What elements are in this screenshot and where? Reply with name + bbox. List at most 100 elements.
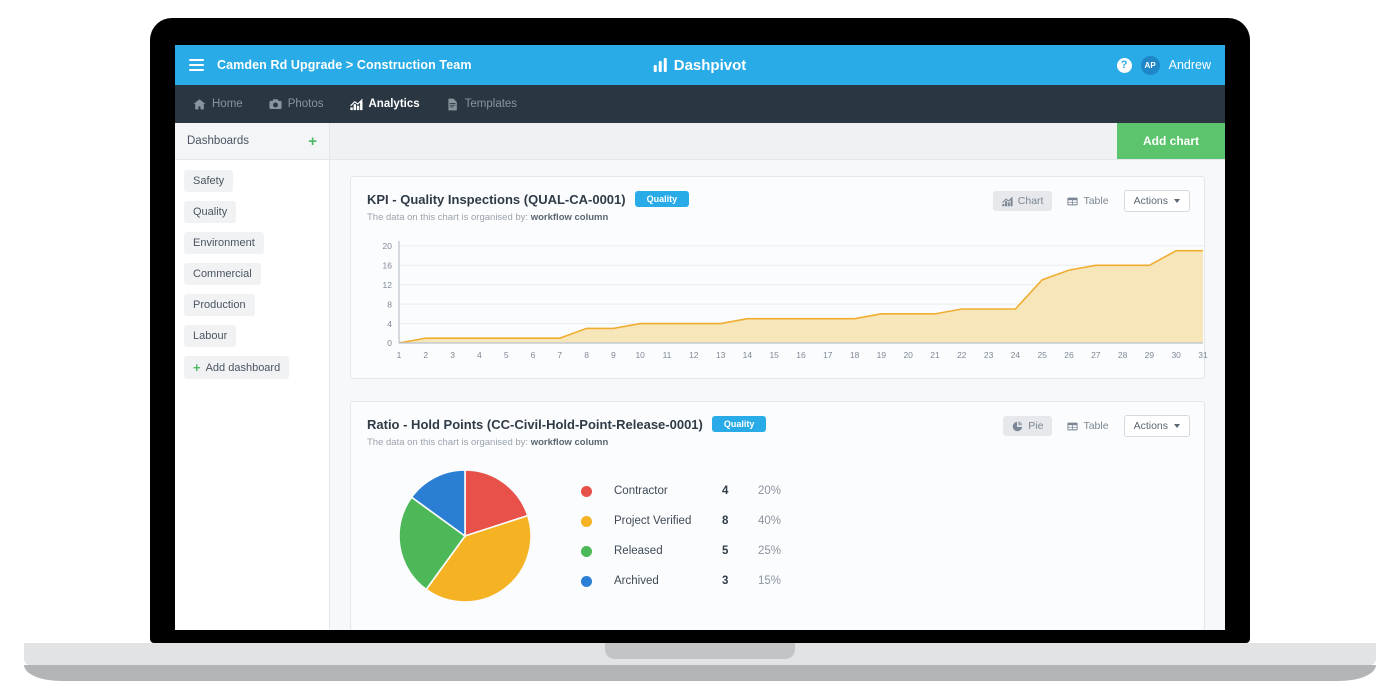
chart-cards: KPI - Quality Inspections (QUAL-CA-0001)… <box>330 160 1225 630</box>
view-toggle-pie[interactable]: Pie <box>1003 416 1053 436</box>
help-circle-icon[interactable]: ? <box>1116 57 1132 73</box>
view-toggle-table-label: Table <box>1083 420 1109 432</box>
svg-text:12: 12 <box>383 280 393 290</box>
nav-item-home[interactable]: Home <box>193 98 243 111</box>
status-badge: Quality <box>711 416 767 432</box>
view-toggle-chart[interactable]: Chart <box>992 191 1053 211</box>
view-toggle-chart-label: Chart <box>1017 195 1044 207</box>
svg-text:4: 4 <box>387 319 392 329</box>
brand-name: Dashpivot <box>673 56 747 74</box>
svg-text:0: 0 <box>387 338 392 348</box>
card-subtitle: The data on this chart is organised by: … <box>367 437 1188 448</box>
card-subtitle-strong: workflow column <box>530 437 609 448</box>
svg-text:2: 2 <box>423 350 428 360</box>
sidebar-item-environment[interactable]: Environment <box>184 232 264 254</box>
svg-text:24: 24 <box>1011 350 1021 360</box>
hamburger-menu-icon[interactable] <box>189 59 204 71</box>
add-chart-button[interactable]: Add chart <box>1116 123 1225 159</box>
main-content: Add chart KPI - Quality Inspections (QUA… <box>330 123 1225 630</box>
actions-dropdown[interactable]: Actions <box>1123 190 1190 212</box>
brand-logo: Dashpivot <box>653 45 747 85</box>
sidebar-item-production[interactable]: Production <box>184 294 255 316</box>
pie-chart-svg <box>398 469 532 603</box>
dashboard-list: Safety Quality Environment Commercial Pr… <box>175 160 329 389</box>
pie-legend: Contractor 4 20% Project Verified 8 40% Releas… <box>581 485 781 587</box>
legend-label: Contractor <box>614 485 668 497</box>
area-chart-svg: 0481216201 2 3 4 5 6 7 8 9 10 11 12 13 14 15 16 17 18 19 20… <box>383 241 1208 360</box>
add-dashboard-button[interactable]: + Add dashboard <box>184 356 290 379</box>
actions-dropdown-label: Actions <box>1133 195 1168 207</box>
legend-color-dot <box>581 515 592 527</box>
legend-row: Archived 3 15% <box>581 575 781 587</box>
legend-count: 3 <box>722 575 729 587</box>
legend-count: 4 <box>722 485 729 497</box>
legend-label: Project Verified <box>614 515 692 527</box>
card-actions: Chart Table Actions <box>992 190 1190 212</box>
plus-icon: + <box>193 360 201 375</box>
svg-text:5: 5 <box>504 350 509 360</box>
chart-card-kpi-quality-inspections: KPI - Quality Inspections (QUAL-CA-0001)… <box>350 176 1208 379</box>
view-toggle-table[interactable]: Table <box>1058 416 1117 436</box>
view-toggle-table[interactable]: Table <box>1058 191 1117 211</box>
status-badge: Quality <box>634 191 690 207</box>
actions-dropdown-label: Actions <box>1133 420 1168 432</box>
legend-percent: 25% <box>758 545 782 557</box>
svg-text:6: 6 <box>531 350 536 360</box>
table-icon <box>1067 421 1079 432</box>
legend-color-dot <box>581 545 592 557</box>
svg-text:4: 4 <box>477 350 482 360</box>
add-dashboard-plus-icon[interactable]: + <box>308 134 317 149</box>
svg-text:9: 9 <box>611 350 616 360</box>
chevron-down-icon <box>1174 424 1180 428</box>
card-subtitle-prefix: The data on this chart is organised by: <box>367 212 529 223</box>
table-icon <box>1067 196 1079 207</box>
home-icon <box>193 98 206 111</box>
application-window: Camden Rd Upgrade > Construction Team Da… <box>175 45 1225 630</box>
svg-text:19: 19 <box>877 350 887 360</box>
user-name[interactable]: Andrew <box>1169 58 1211 72</box>
svg-text:10: 10 <box>635 350 645 360</box>
legend-percent: 40% <box>758 515 782 527</box>
sidebar-item-quality[interactable]: Quality <box>184 201 237 223</box>
svg-text:18: 18 <box>850 350 860 360</box>
laptop-screen: Camden Rd Upgrade > Construction Team Da… <box>175 45 1225 630</box>
sidebar-item-commercial[interactable]: Commercial <box>184 263 261 285</box>
svg-text:29: 29 <box>1145 350 1155 360</box>
pie-chart-row: Contractor 4 20% Project Verified 8 40% Releas… <box>367 448 1188 620</box>
view-toggle-table-label: Table <box>1083 195 1109 207</box>
svg-text:8: 8 <box>387 299 392 309</box>
svg-text:8: 8 <box>584 350 589 360</box>
legend-row: Project Verified 8 40% <box>581 515 781 527</box>
avatar[interactable]: AP <box>1140 55 1160 75</box>
sidebar-header: Dashboards + <box>175 123 329 160</box>
svg-text:27: 27 <box>1091 350 1101 360</box>
legend-row: Contractor 4 20% <box>581 485 781 497</box>
sidebar-item-labour[interactable]: Labour <box>184 325 237 347</box>
legend-color-dot <box>581 485 592 497</box>
nav-label: Templates <box>464 98 518 110</box>
area-chart-icon <box>1001 196 1013 207</box>
nav-item-analytics[interactable]: Analytics <box>349 98 420 111</box>
card-subtitle-prefix: The data on this chart is organised by: <box>367 437 529 448</box>
legend-count: 5 <box>722 545 729 557</box>
nav-item-templates[interactable]: Templates <box>446 98 517 111</box>
breadcrumb[interactable]: Camden Rd Upgrade > Construction Team <box>217 58 472 72</box>
svg-text:20: 20 <box>383 241 393 251</box>
svg-text:20: 20 <box>903 350 913 360</box>
content-toolbar: Add chart <box>330 123 1225 160</box>
chart-card-ratio-hold-points: Ratio - Hold Points (CC-Civil-Hold-Point… <box>350 401 1205 630</box>
svg-text:22: 22 <box>957 350 967 360</box>
top-bar-right: ? AP Andrew <box>1116 45 1211 85</box>
laptop-frame: Camden Rd Upgrade > Construction Team Da… <box>150 18 1250 643</box>
dashpivot-bars-icon <box>653 58 667 72</box>
svg-text:3: 3 <box>450 350 455 360</box>
actions-dropdown[interactable]: Actions <box>1123 415 1190 437</box>
svg-text:11: 11 <box>663 350 672 360</box>
card-title: KPI - Quality Inspections (QUAL-CA-0001) <box>367 191 626 207</box>
sidebar-item-safety[interactable]: Safety <box>184 170 234 192</box>
svg-text:25: 25 <box>1037 350 1047 360</box>
svg-text:21: 21 <box>930 350 940 360</box>
nav-label: Photos <box>287 98 324 110</box>
nav-item-photos[interactable]: Photos <box>269 98 324 111</box>
main-navigation: Home Photos Analytics Templates <box>175 85 1225 123</box>
